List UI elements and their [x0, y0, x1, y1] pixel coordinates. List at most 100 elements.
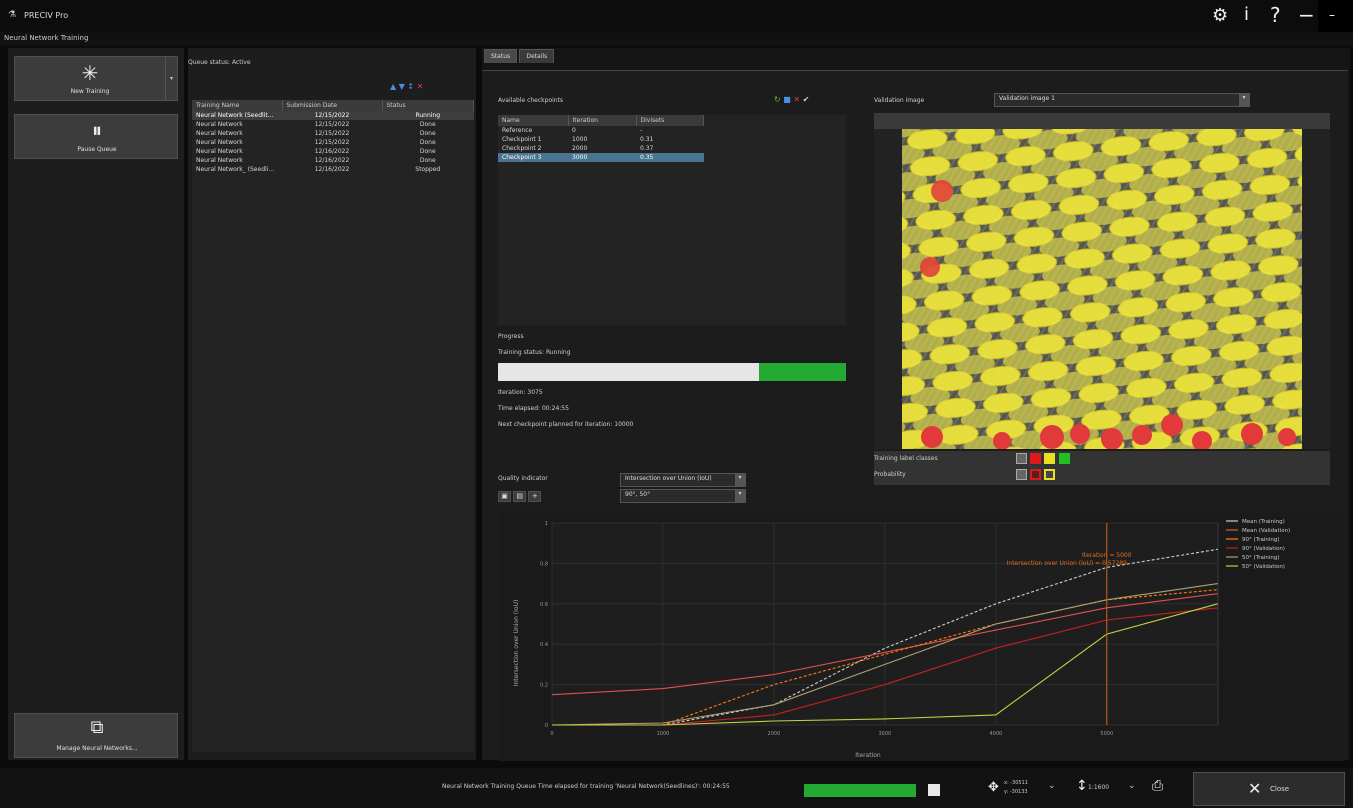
- angle-filter-value: 90°, 50°: [625, 491, 651, 498]
- chart-legend: Mean (Training) Mean (Validation) 90° (Tra…: [1226, 519, 1290, 570]
- validation-image-select[interactable]: Validation image 1 ▾: [994, 93, 1250, 107]
- table-row[interactable]: Neural Network 12/16/2022 Done: [192, 156, 474, 165]
- pause-queue-button[interactable]: ⏸ Pause Queue: [14, 114, 178, 159]
- new-training-button[interactable]: ✳ New Training ▾: [14, 56, 178, 101]
- metric-select[interactable]: Intersection over Union (IoU) ▾: [620, 473, 746, 487]
- table-row[interactable]: Neural Network 12/15/2022 Done: [192, 129, 474, 138]
- class-red-swatch[interactable]: [1030, 453, 1042, 464]
- footer-status-text: Neural Network Training Queue Time elaps…: [442, 783, 730, 790]
- table-row[interactable]: Checkpoint 1 1000 0.31: [498, 135, 704, 144]
- cell-status: Done: [419, 121, 436, 128]
- export-screen-icon[interactable]: ⎙: [1152, 778, 1163, 794]
- marker-label-value: Intersection over Union (IoU) = 0.57289: [1007, 560, 1127, 567]
- column-divisets[interactable]: Divisets: [636, 115, 704, 126]
- menu-bar: Neural Network Training: [0, 32, 1353, 46]
- reset-zoom-icon[interactable]: +: [528, 491, 542, 502]
- copy-icon[interactable]: ▤: [513, 491, 527, 502]
- tab-details[interactable]: Details: [519, 49, 555, 63]
- chevron-down-icon[interactable]: ⌄: [1128, 781, 1136, 791]
- queue-panel: Queue status: Active ▲ ▼ ↕ ✕ Training Na…: [188, 48, 476, 760]
- next-checkpoint-text: Next checkpoint planned for iteration: 1…: [498, 421, 634, 428]
- class-green-swatch[interactable]: [1058, 453, 1070, 464]
- help-icon[interactable]: ?: [1270, 3, 1281, 27]
- manage-networks-button[interactable]: ⧉ Manage Neural Networks...: [14, 713, 178, 758]
- check-icon[interactable]: ✔: [803, 95, 810, 104]
- legend-entry: Mean (Training): [1242, 519, 1285, 525]
- column-iteration[interactable]: Iteration: [568, 115, 637, 126]
- cell-iteration: 0: [572, 127, 576, 134]
- cell-iteration: 1000: [572, 136, 588, 143]
- class-yellow-swatch[interactable]: [1044, 453, 1056, 464]
- table-row[interactable]: Neural Network_ (Seedli... 12/16/2022 Stop…: [192, 165, 474, 174]
- move-icon: ✥: [988, 780, 999, 795]
- table-row[interactable]: Neural Network 12/16/2022 Done: [192, 147, 474, 156]
- stop-button[interactable]: [928, 784, 940, 796]
- sort-icon[interactable]: ↕: [407, 82, 414, 91]
- close-window-button[interactable]: –: [1318, 0, 1353, 32]
- cell-name: Checkpoint 2: [502, 145, 542, 152]
- cell-status: Done: [419, 157, 436, 164]
- close-button[interactable]: ✕ Close: [1193, 772, 1345, 806]
- move-up-icon[interactable]: ▲: [390, 82, 396, 91]
- cell-name: Neural Network: [196, 148, 243, 155]
- image-viewer[interactable]: [874, 129, 1330, 449]
- cell-status: Running: [382, 111, 474, 120]
- chevron-down-icon: ▾: [735, 474, 745, 486]
- cell-name: Checkpoint 1: [502, 136, 542, 143]
- cell-date: 12/15/2022: [282, 111, 382, 120]
- load-icon[interactable]: ↻: [774, 95, 781, 104]
- footer-progress-fill: [804, 784, 916, 797]
- table-row[interactable]: Reference 0 -: [498, 126, 704, 135]
- probability-red-swatch[interactable]: [1030, 469, 1042, 480]
- delete-icon[interactable]: ✕: [793, 95, 800, 104]
- validation-image: [902, 129, 1302, 449]
- table-row[interactable]: Checkpoint 3 3000 0.35: [498, 153, 704, 162]
- manage-networks-label: Manage Neural Networks...: [56, 745, 138, 752]
- table-row[interactable]: Neural Network 12/15/2022 Done: [192, 138, 474, 147]
- column-submission-date[interactable]: Submission Date: [282, 100, 383, 111]
- probability-checkbox[interactable]: [1016, 469, 1027, 480]
- x-tick-label: 5000: [1100, 731, 1113, 737]
- probability-yellow-swatch[interactable]: [1044, 469, 1056, 480]
- save-icon[interactable]: ■: [783, 95, 791, 104]
- validation-image-label: Validation image: [874, 97, 925, 104]
- coord-y: y: -30133: [1004, 789, 1028, 795]
- chart-svg: 0 1000 2000 3000 4000 5000 0 0.2 0.4 0.6 0.8 1 Iter…: [513, 519, 1290, 759]
- label-classes-panel: Training label classes Probability: [874, 451, 1330, 485]
- remove-icon[interactable]: ✕: [417, 82, 424, 91]
- scale-icon: ↕: [1076, 778, 1088, 794]
- iou-chart[interactable]: 0 1000 2000 3000 4000 5000 0 0.2 0.4 0.6 0.8 1 Iter…: [498, 513, 1344, 761]
- column-status[interactable]: Status: [382, 100, 474, 111]
- network-icon: ⧉: [90, 717, 104, 738]
- table-row[interactable]: Checkpoint 2 2000 0.37: [498, 144, 704, 153]
- x-axis-label: Iteration: [855, 752, 881, 759]
- column-training-name[interactable]: Training Name: [192, 100, 283, 111]
- chevron-down-icon: ▾: [735, 490, 745, 502]
- app-logo-icon: ⚗: [8, 10, 17, 20]
- probability-swatches: [1016, 469, 1056, 480]
- cell-divisets: 0.37: [640, 145, 654, 152]
- y-axis-label: Intersection over Union (IoU): [513, 600, 520, 687]
- tab-status[interactable]: Status: [484, 49, 518, 63]
- left-panel: ✳ New Training ▾ ⏸ Pause Queue ⧉ Manage …: [8, 48, 184, 760]
- angle-filter-select[interactable]: 90°, 50° ▾: [620, 489, 746, 503]
- cell-name: Checkpoint 3: [498, 153, 568, 162]
- export-icon[interactable]: ▣: [498, 491, 511, 502]
- cell-name: Neural Network (Seedlit...: [192, 111, 282, 120]
- move-down-icon[interactable]: ▼: [399, 82, 405, 91]
- cell-divisets: -: [640, 127, 643, 134]
- settings-icon[interactable]: ⚙: [1212, 5, 1228, 26]
- cell-name: Neural Network: [196, 157, 243, 164]
- chevron-down-icon[interactable]: ⌄: [1048, 781, 1056, 791]
- chevron-down-icon[interactable]: ▾: [165, 57, 177, 100]
- metric-value: Intersection over Union (IoU): [625, 475, 712, 482]
- close-label: Close: [1270, 785, 1290, 793]
- table-row[interactable]: Neural Network 12/15/2022 Done: [192, 120, 474, 129]
- minimize-icon[interactable]: −: [1298, 3, 1315, 27]
- info-icon[interactable]: i: [1244, 4, 1249, 25]
- y-tick-label: 0.8: [540, 561, 548, 567]
- footer-progress-bar: [804, 784, 916, 797]
- toggle-checkbox[interactable]: [1016, 453, 1027, 464]
- table-row[interactable]: Neural Network (Seedlit... 12/15/2022 Runn…: [192, 111, 474, 120]
- column-name[interactable]: Name: [498, 115, 569, 126]
